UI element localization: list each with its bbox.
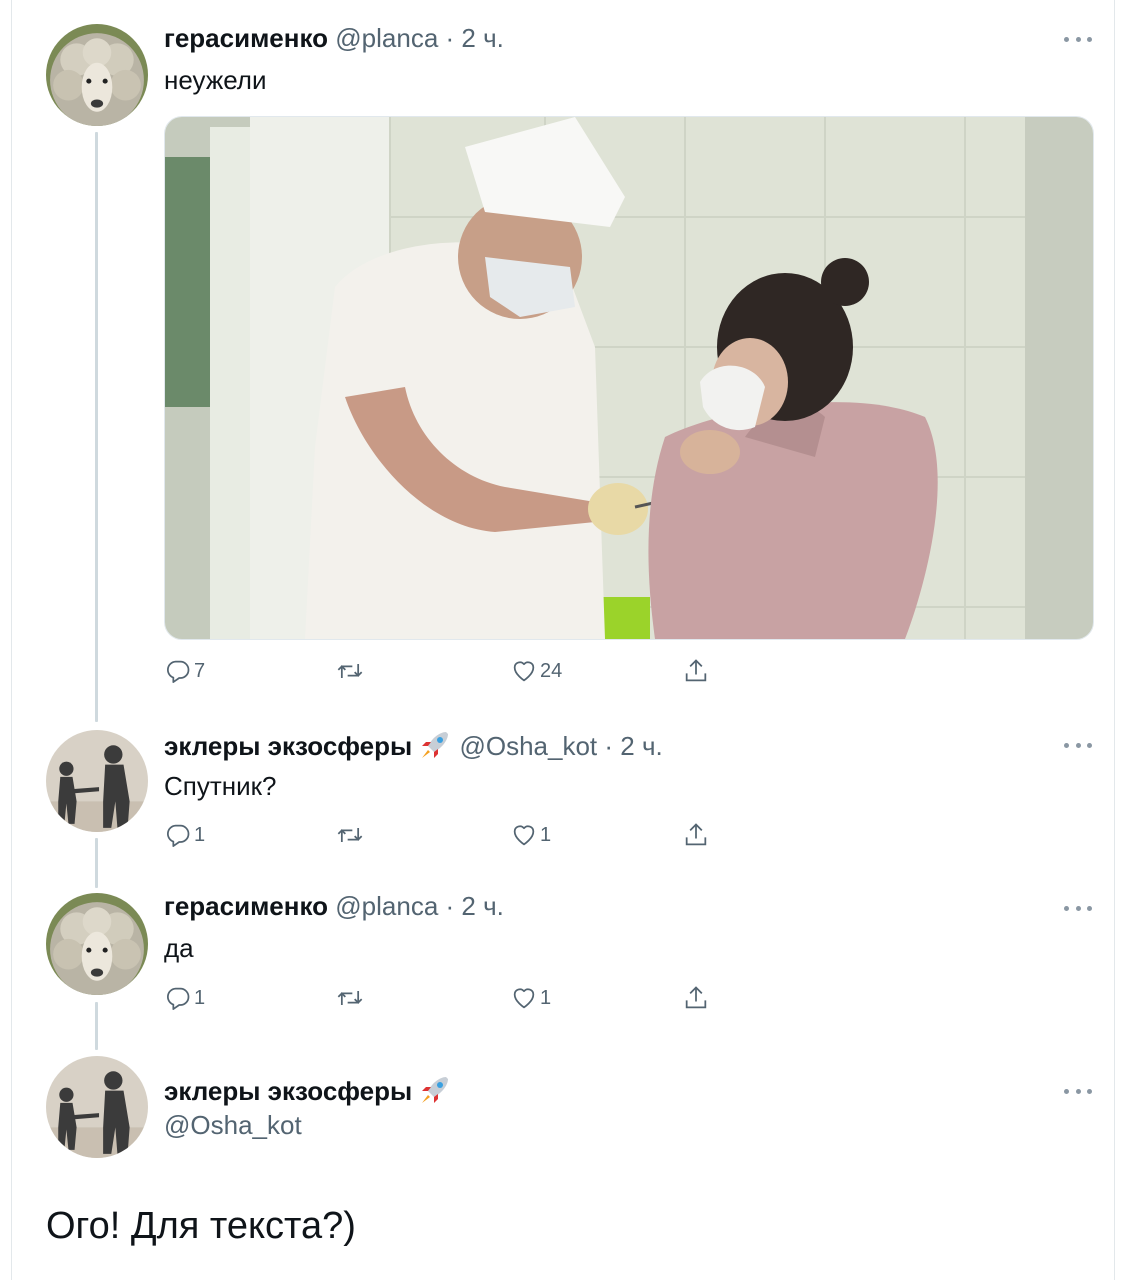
more-icon[interactable] bbox=[1064, 903, 1092, 913]
tweet-header: герасименко @planca · 2 ч. bbox=[164, 890, 504, 922]
author-handle[interactable]: @planca bbox=[335, 23, 438, 53]
author-name[interactable]: эклеры экзосферы bbox=[164, 731, 412, 761]
reply-count: 1 bbox=[194, 986, 206, 1009]
author-handle[interactable]: @planca bbox=[335, 891, 438, 921]
retweet-icon bbox=[336, 821, 364, 849]
reply-count: 1 bbox=[194, 823, 206, 846]
like-icon bbox=[510, 821, 538, 849]
tweet-text: Спутник? bbox=[164, 771, 277, 801]
rocket-emoji-icon bbox=[418, 1073, 452, 1107]
reply-icon bbox=[164, 657, 192, 685]
separator: · bbox=[604, 731, 614, 761]
like-count: 1 bbox=[540, 823, 552, 846]
avatar[interactable] bbox=[46, 730, 148, 832]
more-icon[interactable] bbox=[1064, 1086, 1092, 1096]
retweet-button[interactable] bbox=[336, 656, 364, 686]
like-button[interactable]: 1 bbox=[510, 983, 551, 1013]
avatar[interactable] bbox=[46, 893, 148, 995]
focused-tweet-text: Ого! Для текста?) bbox=[46, 1205, 356, 1247]
share-button[interactable] bbox=[682, 820, 710, 850]
vaccination-photo bbox=[165, 117, 1093, 639]
separator: · bbox=[445, 23, 455, 53]
retweet-icon bbox=[336, 657, 364, 685]
retweet-button[interactable] bbox=[336, 820, 364, 850]
reply-icon bbox=[164, 821, 192, 849]
like-button[interactable]: 24 bbox=[510, 656, 562, 686]
tweet-actions: 1 1 bbox=[164, 983, 724, 1013]
share-icon bbox=[682, 984, 710, 1012]
share-icon bbox=[682, 821, 710, 849]
more-icon[interactable] bbox=[1064, 740, 1092, 750]
reply-count: 7 bbox=[194, 659, 206, 682]
author-name[interactable]: эклеры экзосферы bbox=[164, 1076, 412, 1106]
like-count: 1 bbox=[540, 986, 552, 1009]
author-name[interactable]: герасименко bbox=[164, 23, 328, 53]
like-count: 24 bbox=[540, 659, 563, 682]
sheep-avatar-image bbox=[46, 893, 148, 995]
sheep-avatar-image bbox=[46, 24, 148, 126]
rocket-emoji-icon bbox=[418, 728, 452, 762]
timestamp[interactable]: 2 ч. bbox=[620, 731, 662, 761]
reply-icon bbox=[164, 984, 192, 1012]
tweet-text: неужели bbox=[164, 65, 267, 95]
share-button[interactable] bbox=[682, 656, 710, 686]
separator: · bbox=[445, 891, 455, 921]
tweet-actions: 7 24 bbox=[164, 656, 724, 686]
frame-border-left bbox=[11, 0, 12, 1280]
reply-button[interactable]: 7 bbox=[164, 656, 205, 686]
timestamp[interactable]: 2 ч. bbox=[461, 891, 503, 921]
shadow-couple-avatar-image bbox=[46, 1056, 148, 1158]
like-icon bbox=[510, 657, 538, 685]
retweet-button[interactable] bbox=[336, 983, 364, 1013]
retweet-icon bbox=[336, 984, 364, 1012]
author-name[interactable]: герасименко bbox=[164, 891, 328, 921]
author-handle[interactable]: @Osha_kot bbox=[459, 731, 597, 761]
thread-line bbox=[95, 838, 98, 888]
reply-button[interactable]: 1 bbox=[164, 983, 205, 1013]
avatar[interactable] bbox=[46, 1056, 148, 1158]
reply-button[interactable]: 1 bbox=[164, 820, 205, 850]
thread-line bbox=[95, 132, 98, 722]
author-handle[interactable]: @Osha_kot bbox=[164, 1110, 302, 1141]
tweet-photo[interactable] bbox=[164, 116, 1094, 640]
tweet-actions: 1 1 bbox=[164, 820, 724, 850]
like-icon bbox=[510, 984, 538, 1012]
focused-tweet-header: эклеры экзосферы bbox=[164, 1073, 452, 1107]
avatar[interactable] bbox=[46, 24, 148, 126]
tweet-header: герасименко @planca · 2 ч. bbox=[164, 22, 504, 54]
shadow-couple-avatar-image bbox=[46, 730, 148, 832]
thread-line bbox=[95, 1002, 98, 1050]
frame-border-right bbox=[1114, 0, 1115, 1280]
timestamp[interactable]: 2 ч. bbox=[461, 23, 503, 53]
more-icon[interactable] bbox=[1064, 34, 1092, 44]
tweet-header: эклеры экзосферы @Osha_kot · 2 ч. bbox=[164, 728, 663, 762]
share-icon bbox=[682, 657, 710, 685]
share-button[interactable] bbox=[682, 983, 710, 1013]
like-button[interactable]: 1 bbox=[510, 820, 551, 850]
tweet-text: да bbox=[164, 933, 194, 963]
